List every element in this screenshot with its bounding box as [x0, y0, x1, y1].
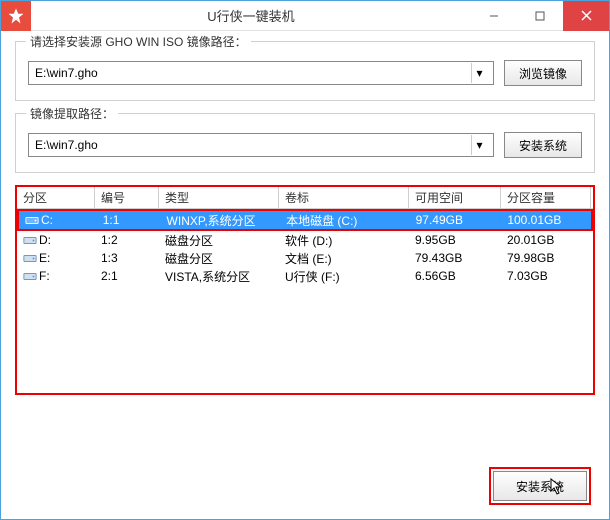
minimize-icon — [489, 11, 499, 21]
window-controls — [471, 1, 609, 31]
table-header: 分区 编号 类型 卷标 可用空间 分区容量 — [17, 187, 593, 209]
source-group: 请选择安装源 GHO WIN ISO 镜像路径： E:\win7.gho ▾ 浏… — [15, 41, 595, 101]
table-cell: 20.01GB — [501, 232, 591, 248]
table-cell: 1:2 — [95, 232, 159, 248]
partition-table: 分区 编号 类型 卷标 可用空间 分区容量 C:1:1WINXP,系统分区本地磁… — [15, 185, 595, 395]
extract-label: 镜像提取路径： — [26, 105, 118, 122]
table-cell: 79.43GB — [409, 250, 501, 266]
th-type[interactable]: 类型 — [159, 187, 279, 208]
table-cell: 1:3 — [95, 250, 159, 266]
table-cell: 7.03GB — [501, 268, 591, 284]
source-label: 请选择安装源 GHO WIN ISO 镜像路径： — [26, 33, 251, 50]
table-row[interactable]: E:1:3磁盘分区文档 (E:)79.43GB79.98GB — [17, 249, 593, 267]
browse-button[interactable]: 浏览镜像 — [504, 60, 582, 86]
table-cell: 本地磁盘 (C:) — [280, 211, 410, 230]
table-cell: VISTA,系统分区 — [159, 267, 279, 286]
table-cell: 2:1 — [95, 268, 159, 284]
extract-path-value: E:\win7.gho — [35, 138, 98, 152]
maximize-icon — [535, 11, 545, 21]
table-row[interactable]: F:2:1VISTA,系统分区U行侠 (F:)6.56GB7.03GB — [17, 267, 593, 285]
table-cell: 软件 (D:) — [279, 231, 409, 250]
table-cell: 79.98GB — [501, 250, 591, 266]
cursor-icon — [550, 478, 564, 496]
drive-icon — [23, 252, 37, 264]
source-path-select[interactable]: E:\win7.gho ▾ — [28, 61, 494, 85]
extract-group: 镜像提取路径： E:\win7.gho ▾ 安装系统 — [15, 113, 595, 173]
drive-icon — [23, 270, 37, 282]
table-cell: D: — [17, 232, 95, 248]
table-cell: 1:1 — [97, 212, 161, 228]
chevron-down-icon: ▾ — [471, 63, 487, 83]
close-button[interactable] — [563, 1, 609, 31]
th-partition[interactable]: 分区 — [17, 187, 95, 208]
th-volume[interactable]: 卷标 — [279, 187, 409, 208]
table-cell: 97.49GB — [410, 212, 502, 228]
titlebar: U行侠一键装机 — [1, 1, 609, 31]
window-title: U行侠一键装机 — [31, 6, 471, 25]
logo-icon — [7, 7, 25, 25]
table-cell: 6.56GB — [409, 268, 501, 284]
table-cell: F: — [17, 268, 95, 284]
table-cell: U行侠 (F:) — [279, 267, 409, 286]
table-cell: C: — [19, 212, 97, 228]
install-button[interactable]: 安装系统 — [493, 471, 587, 501]
table-cell: 磁盘分区 — [159, 249, 279, 268]
content-area: 请选择安装源 GHO WIN ISO 镜像路径： E:\win7.gho ▾ 浏… — [1, 31, 609, 405]
th-free[interactable]: 可用空间 — [409, 187, 501, 208]
close-icon — [581, 10, 592, 21]
extract-path-select[interactable]: E:\win7.gho ▾ — [28, 133, 494, 157]
drive-icon — [23, 234, 37, 246]
th-number[interactable]: 编号 — [95, 187, 159, 208]
install-button-small[interactable]: 安装系统 — [504, 132, 582, 158]
source-path-value: E:\win7.gho — [35, 66, 98, 80]
table-cell: WINXP,系统分区 — [161, 211, 281, 230]
chevron-down-icon: ▾ — [471, 135, 487, 155]
table-cell: 磁盘分区 — [159, 231, 279, 250]
install-highlight: 安装系统 — [489, 467, 591, 505]
table-row[interactable]: D:1:2磁盘分区软件 (D:)9.95GB20.01GB — [17, 231, 593, 249]
table-cell: 文档 (E:) — [279, 249, 409, 268]
minimize-button[interactable] — [471, 1, 517, 31]
footer: 安装系统 — [489, 467, 591, 505]
table-cell: 100.01GB — [501, 212, 591, 228]
drive-icon — [25, 214, 39, 226]
maximize-button[interactable] — [517, 1, 563, 31]
table-body: C:1:1WINXP,系统分区本地磁盘 (C:)97.49GB100.01GBD… — [17, 209, 593, 285]
app-icon — [1, 1, 31, 31]
table-cell: E: — [17, 250, 95, 266]
th-size[interactable]: 分区容量 — [501, 187, 591, 208]
table-row[interactable]: C:1:1WINXP,系统分区本地磁盘 (C:)97.49GB100.01GB — [17, 209, 593, 231]
table-cell: 9.95GB — [409, 232, 501, 248]
